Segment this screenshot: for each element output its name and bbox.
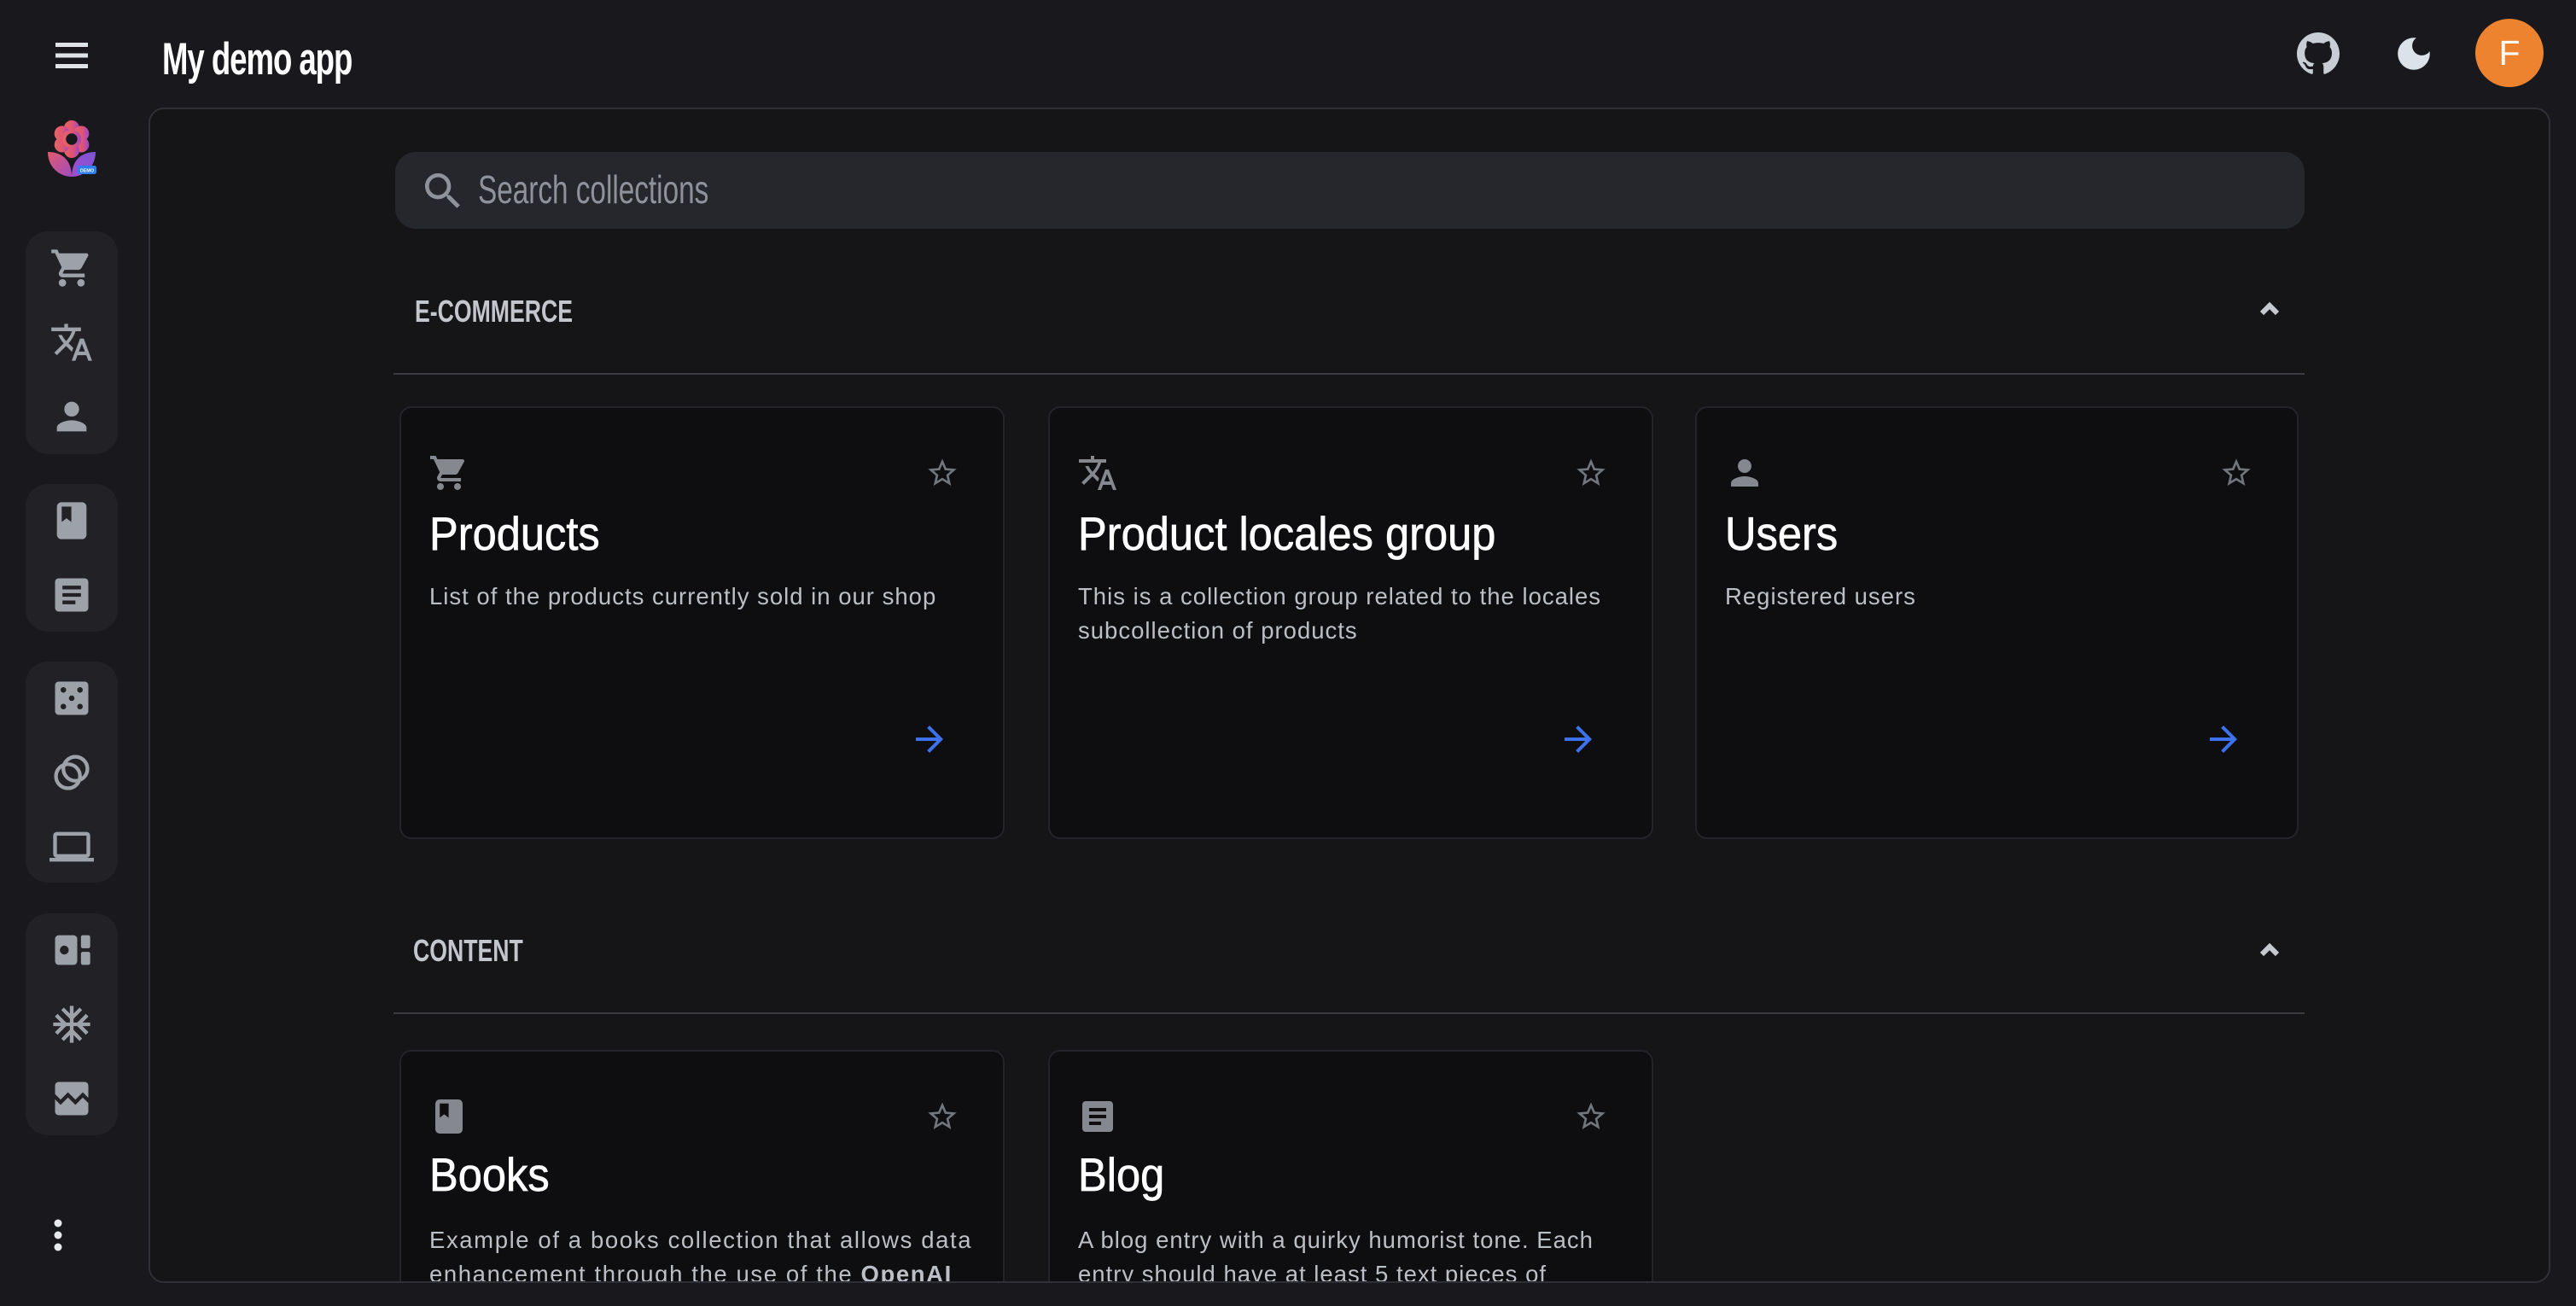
svg-text:DEMO: DEMO bbox=[80, 169, 94, 174]
